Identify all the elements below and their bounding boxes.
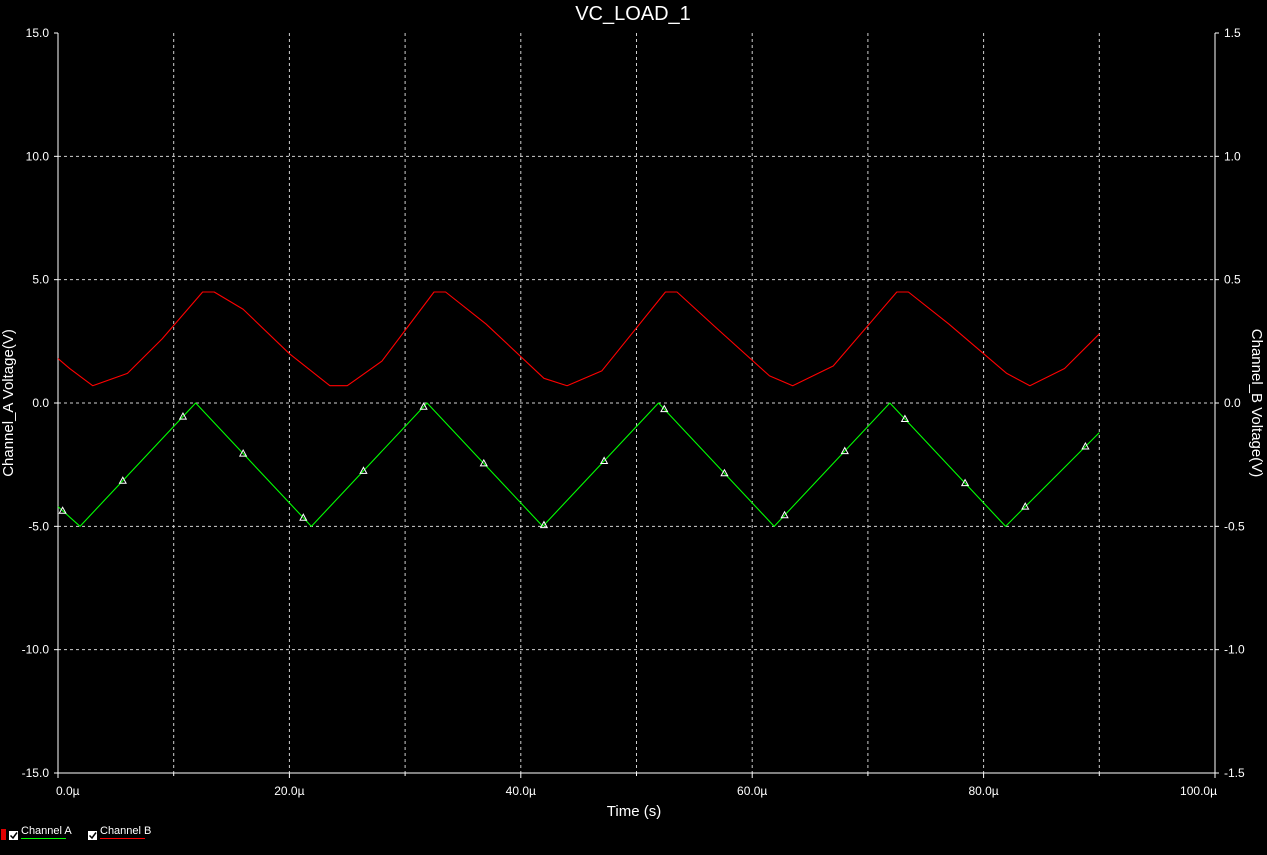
y-tick-label-left: -10.0 [22,643,50,657]
y-tick-label-right: 1.0 [1224,149,1241,163]
y-tick-label-right: 0.5 [1224,273,1241,287]
chart-canvas: 15.0 10.0 5.0 0.0 -5.0 -10.0 -15.0 1.5 1.0 0.5 0.0… [0,0,1267,855]
y-axis-right-label: Channel_B Voltage(V) [1248,329,1265,477]
x-axis-label: Time (s) [607,803,661,820]
y-tick-label-right: -0.5 [1224,519,1245,533]
legend-label-channel-a: Channel A [21,825,72,837]
y-tick-label-right: -1.0 [1224,643,1245,657]
legend-label-channel-b: Channel B [100,825,151,837]
y-axis-left-label: Channel_A Voltage(V) [0,329,17,477]
y-tick-label-right: 0.0 [1224,396,1241,410]
y-tick-label-left: 0.0 [32,396,49,410]
y-tick-label-left: -5.0 [28,519,49,533]
x-tick-label: 0.0µ [56,784,80,798]
y-tick-label-left: 10.0 [26,149,50,163]
x-tick-label: 80.0µ [968,784,998,798]
chart-title: VC_LOAD_1 [575,3,691,25]
x-tick-label: 100.0µ [1180,784,1217,798]
y-tick-label-left: 5.0 [32,273,49,287]
y-tick-label-right: -1.5 [1224,766,1245,780]
x-tick-label: 60.0µ [737,784,767,798]
chart-background [0,0,1267,855]
x-tick-label: 40.0µ [506,784,536,798]
x-tick-label: 20.0µ [274,784,304,798]
y-tick-label-right: 1.5 [1224,26,1241,40]
y-tick-label-left: 15.0 [26,26,50,40]
y-tick-label-left: -15.0 [22,766,50,780]
legend-marker [1,829,6,840]
